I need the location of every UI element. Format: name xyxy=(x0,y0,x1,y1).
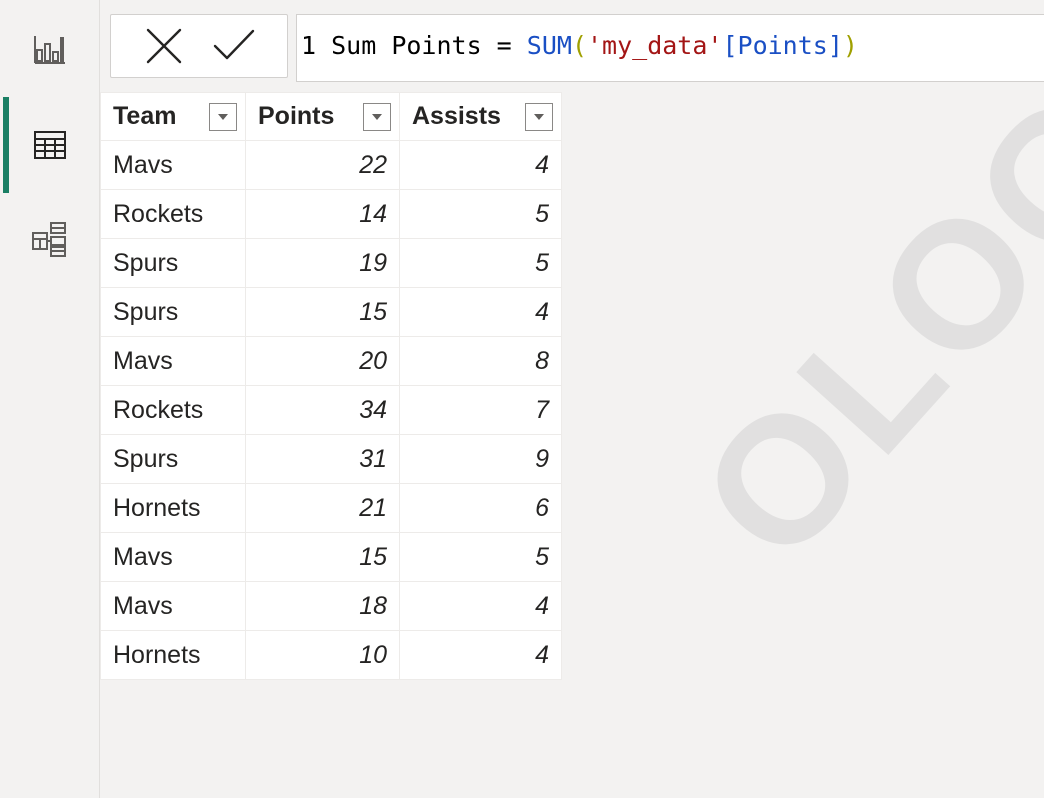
team-cell[interactable]: Hornets xyxy=(100,483,246,533)
formula-open-paren: ( xyxy=(571,31,587,60)
commit-formula-button[interactable] xyxy=(208,20,260,72)
column-header-assists[interactable]: Assists xyxy=(399,92,562,141)
team-cell[interactable]: Spurs xyxy=(100,238,246,288)
team-cell[interactable]: Spurs xyxy=(100,434,246,484)
formula-bar: 1 Sum Points = SUM('my_data'[Points]) xyxy=(100,0,1044,92)
points-cell[interactable]: 10 xyxy=(245,630,400,680)
active-indicator xyxy=(3,97,9,193)
filter-dropdown-button[interactable] xyxy=(209,102,237,131)
assists-cell[interactable]: 8 xyxy=(399,336,562,386)
column-header-team[interactable]: Team xyxy=(100,92,246,141)
assists-cell[interactable]: 5 xyxy=(399,532,562,582)
chevron-down-icon xyxy=(218,113,228,120)
assists-cell[interactable]: 7 xyxy=(399,385,562,435)
points-cell[interactable]: 21 xyxy=(245,483,400,533)
data-view-button[interactable] xyxy=(0,97,100,193)
table-row: Hornets 10 4 xyxy=(100,630,562,680)
model-icon xyxy=(32,222,66,257)
table-row: Mavs 15 5 xyxy=(100,532,562,582)
view-sidebar xyxy=(0,0,100,798)
team-cell[interactable]: Hornets xyxy=(100,630,246,680)
table-row: Rockets 14 5 xyxy=(100,189,562,239)
table-row: Mavs 20 8 xyxy=(100,336,562,386)
bar-chart-icon xyxy=(34,36,65,64)
assists-cell[interactable]: 9 xyxy=(399,434,562,484)
team-cell[interactable]: Mavs xyxy=(100,140,246,190)
model-view-button[interactable] xyxy=(0,193,100,285)
assists-cell[interactable]: 6 xyxy=(399,483,562,533)
table-row: Hornets 21 6 xyxy=(100,483,562,533)
table-icon xyxy=(34,131,66,159)
team-cell[interactable]: Mavs xyxy=(100,532,246,582)
team-cell[interactable]: Mavs xyxy=(100,581,246,631)
assists-cell[interactable]: 4 xyxy=(399,581,562,631)
points-cell[interactable]: 20 xyxy=(245,336,400,386)
column-header-label: Points xyxy=(258,102,335,130)
formula-input[interactable]: 1 Sum Points = SUM('my_data'[Points]) xyxy=(296,14,1044,82)
cancel-formula-button[interactable] xyxy=(138,20,190,72)
assists-cell[interactable]: 4 xyxy=(399,630,562,680)
table-row: Spurs 31 9 xyxy=(100,434,562,484)
chevron-down-icon xyxy=(534,113,544,120)
close-icon xyxy=(146,28,182,64)
filter-dropdown-button[interactable] xyxy=(525,102,553,131)
points-cell[interactable]: 34 xyxy=(245,385,400,435)
table-row: Spurs 19 5 xyxy=(100,238,562,288)
team-cell[interactable]: Mavs xyxy=(100,336,246,386)
assists-cell[interactable]: 5 xyxy=(399,189,562,239)
formula-line-number: 1 xyxy=(301,31,317,60)
points-cell[interactable]: 14 xyxy=(245,189,400,239)
check-icon xyxy=(213,29,255,60)
formula-column-ref: [Points] xyxy=(722,31,843,60)
chevron-down-icon xyxy=(372,113,382,120)
data-table: Team Points Assists Mavs 22 4 Rockets 14 5 Spu… xyxy=(100,92,562,680)
points-cell[interactable]: 15 xyxy=(245,287,400,337)
assists-cell[interactable]: 4 xyxy=(399,287,562,337)
assists-cell[interactable]: 5 xyxy=(399,238,562,288)
report-view-button[interactable] xyxy=(0,0,100,98)
formula-measure-name: Sum Points = xyxy=(316,31,527,60)
points-cell[interactable]: 18 xyxy=(245,581,400,631)
table-row: Mavs 22 4 xyxy=(100,140,562,190)
table-row: Spurs 15 4 xyxy=(100,287,562,337)
team-cell[interactable]: Spurs xyxy=(100,287,246,337)
table-row: Rockets 34 7 xyxy=(100,385,562,435)
team-cell[interactable]: Rockets xyxy=(100,385,246,435)
formula-function: SUM xyxy=(526,31,572,60)
column-header-label: Assists xyxy=(412,102,501,130)
column-header-points[interactable]: Points xyxy=(245,92,400,141)
points-cell[interactable]: 15 xyxy=(245,532,400,582)
column-header-label: Team xyxy=(113,102,177,130)
points-cell[interactable]: 19 xyxy=(245,238,400,288)
table-header-row: Team Points Assists xyxy=(100,92,562,141)
points-cell[interactable]: 22 xyxy=(245,140,400,190)
table-body: Mavs 22 4 Rockets 14 5 Spurs 19 5 Spurs 15 4 Mavs 20 8… xyxy=(100,140,562,680)
formula-buttons xyxy=(110,14,288,78)
assists-cell[interactable]: 4 xyxy=(399,140,562,190)
table-row: Mavs 18 4 xyxy=(100,581,562,631)
formula-table-ref: 'my_data' xyxy=(587,31,723,60)
data-grid-area: Team Points Assists Mavs 22 4 Rockets 14 5 Spu… xyxy=(100,0,1044,798)
points-cell[interactable]: 31 xyxy=(245,434,400,484)
formula-close-paren: ) xyxy=(842,31,858,60)
team-cell[interactable]: Rockets xyxy=(100,189,246,239)
filter-dropdown-button[interactable] xyxy=(363,102,391,131)
